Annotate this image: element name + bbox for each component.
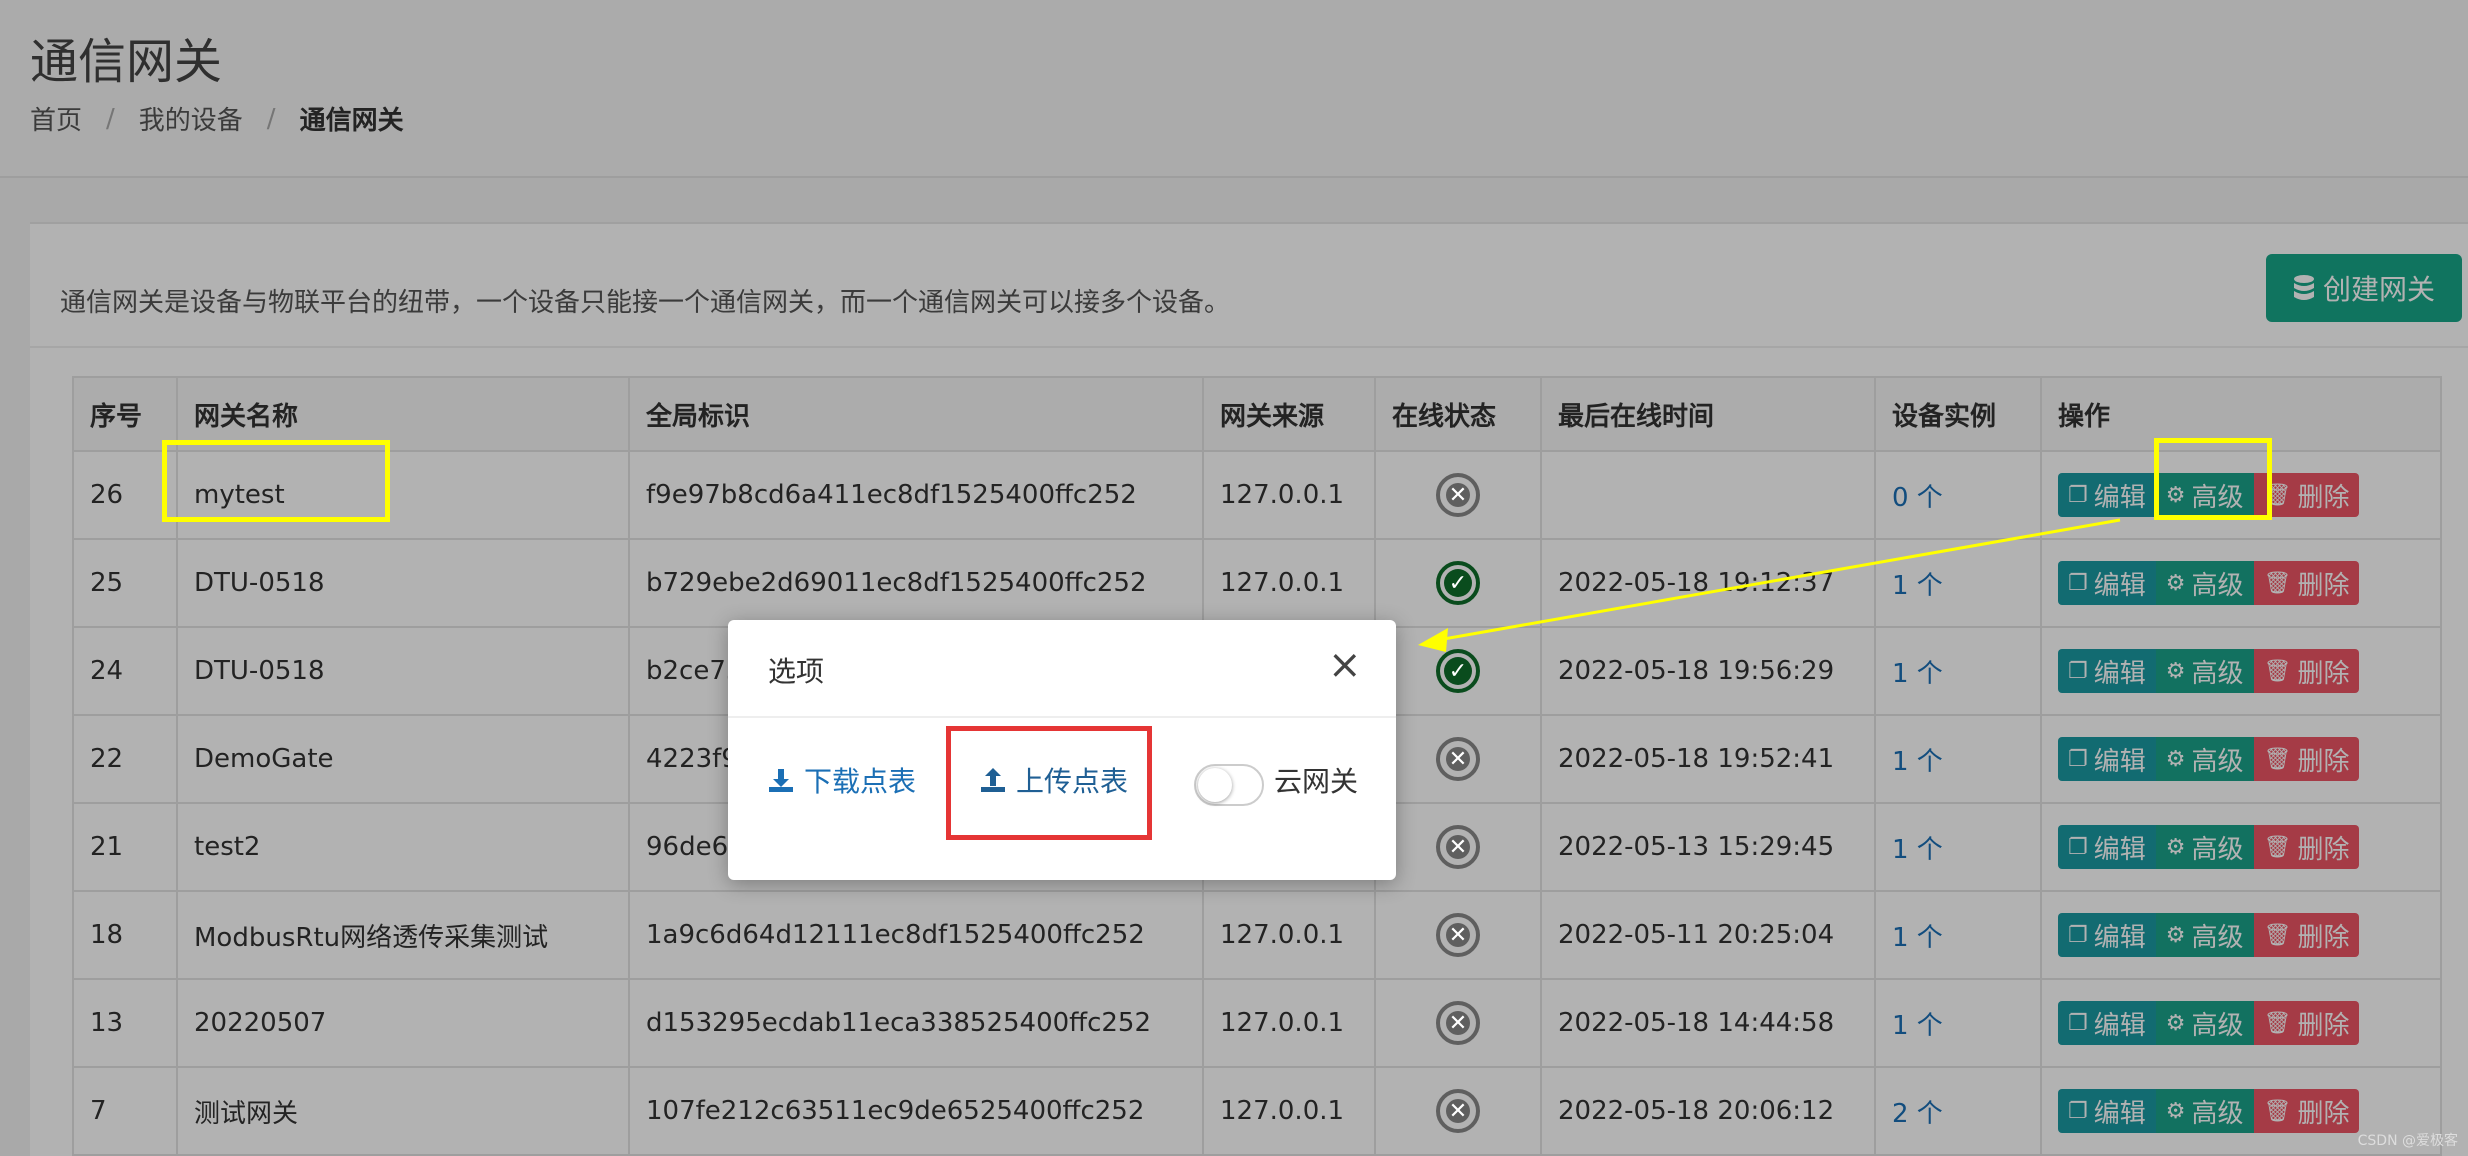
cloud-gateway-toggle[interactable] xyxy=(1194,764,1264,806)
online-check-icon: ✓ xyxy=(1436,561,1480,605)
options-modal: 选项 × 下载点表 上传点表 云网关 xyxy=(728,620,1396,880)
offline-x-icon: ✕ xyxy=(1436,473,1480,517)
offline-x-icon: ✕ xyxy=(1436,913,1480,957)
download-icon xyxy=(769,769,793,792)
download-table-label: 下载点表 xyxy=(804,765,917,798)
highlight-box-upload xyxy=(946,726,1152,840)
close-icon[interactable]: × xyxy=(1328,642,1362,688)
offline-x-icon: ✕ xyxy=(1436,737,1480,781)
offline-x-icon: ✕ xyxy=(1436,825,1480,869)
highlight-box-name xyxy=(162,440,390,522)
download-table-link[interactable]: 下载点表 xyxy=(768,760,916,800)
offline-x-icon: ✕ xyxy=(1436,1089,1480,1133)
toggle-knob xyxy=(1198,768,1232,802)
cloud-gateway-label: 云网关 xyxy=(1274,765,1359,798)
modal-title: 选项 xyxy=(768,655,825,688)
highlight-box-advanced xyxy=(2154,438,2272,520)
modal-backdrop[interactable] xyxy=(0,0,2468,1156)
online-check-icon: ✓ xyxy=(1436,649,1480,693)
modal-divider xyxy=(728,716,1396,718)
offline-x-icon: ✕ xyxy=(1436,1001,1480,1045)
watermark: CSDN @爱极客 xyxy=(2357,1133,2458,1149)
